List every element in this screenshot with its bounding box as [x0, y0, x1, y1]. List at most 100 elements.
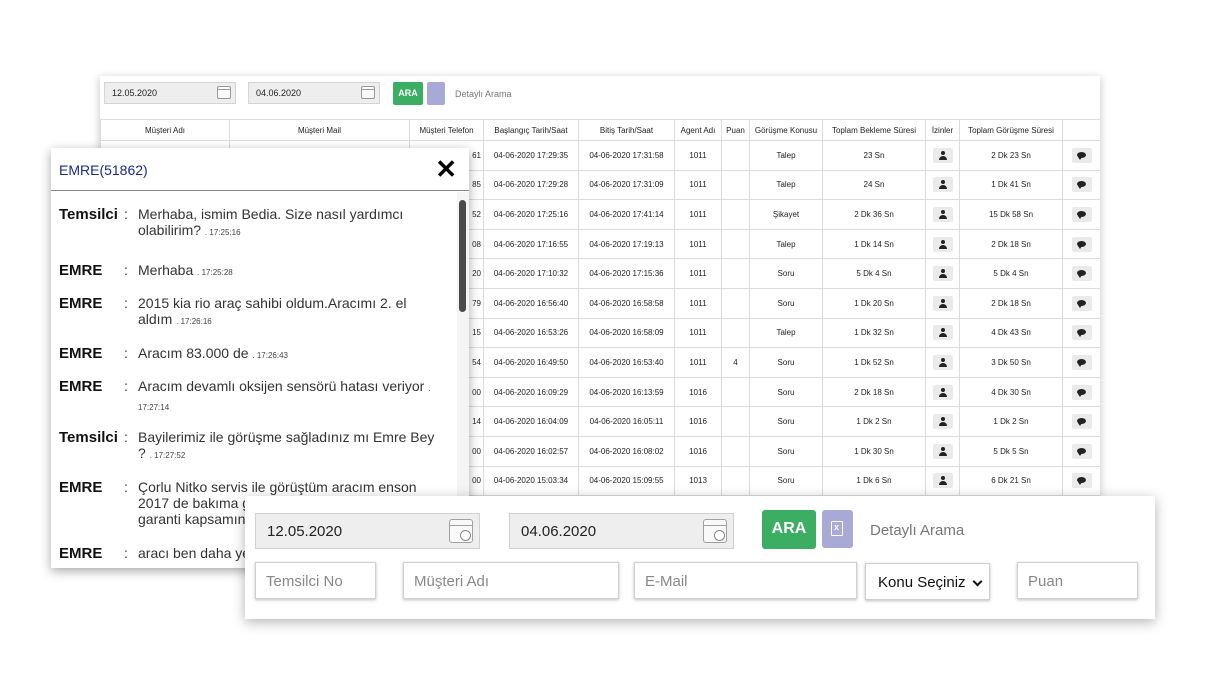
- message-body: aracı ben daha ye: [138, 545, 251, 561]
- total-duration-cell: 5 Dk 5 Sn: [959, 435, 1063, 467]
- user-icon[interactable]: [932, 414, 953, 430]
- agent-no-input[interactable]: Temsilci No: [255, 562, 376, 599]
- start-datetime-cell: 04-06-2020 17:10:32: [483, 258, 579, 289]
- user-icon[interactable]: [932, 206, 953, 222]
- customer-name-input[interactable]: Müşteri Adı: [403, 562, 619, 599]
- user-icon[interactable]: [932, 295, 953, 311]
- end-date-value: 04.06.2020: [521, 523, 597, 540]
- column-header: Toplam Görüşme Süresi: [959, 119, 1063, 141]
- user-icon[interactable]: [932, 354, 953, 370]
- chat-cell: [1062, 258, 1100, 289]
- wait-time-cell: 1 Dk 52 Sn: [822, 347, 926, 378]
- chat-bubble-icon[interactable]: [1071, 147, 1092, 163]
- column-header: Toplam Bekleme Süresi: [822, 119, 926, 141]
- chat-bubble-icon[interactable]: [1071, 414, 1092, 430]
- user-icon[interactable]: [932, 473, 953, 489]
- agent-cell: 1011: [674, 199, 722, 230]
- user-icon[interactable]: [932, 236, 953, 252]
- chat-bubble-icon[interactable]: [1071, 177, 1092, 193]
- permissions-cell: [925, 465, 960, 496]
- end-date-field[interactable]: 04.06.2020: [509, 513, 734, 549]
- end-datetime-cell: 04-06-2020 17:19:13: [578, 228, 675, 260]
- message-timestamp: 17:26:16: [180, 317, 212, 326]
- message-text: Aracım devamlı oksijen sensörü hatası ve…: [138, 378, 443, 416]
- mini-search-button[interactable]: ARA: [393, 82, 423, 105]
- chat-bubble-icon[interactable]: [1071, 354, 1092, 370]
- topic-cell: Soru: [749, 347, 823, 378]
- message-separator: :: [124, 206, 128, 222]
- close-icon[interactable]: ✕: [435, 155, 457, 183]
- excel-export-button[interactable]: [822, 510, 853, 548]
- user-icon[interactable]: [932, 325, 953, 341]
- total-duration-cell: 3 Dk 50 Sn: [959, 347, 1063, 378]
- chat-bubble-icon[interactable]: [1071, 236, 1092, 252]
- calendar-icon[interactable]: [449, 519, 473, 543]
- score-cell: [721, 376, 750, 408]
- start-date-field[interactable]: 12.05.2020: [255, 513, 480, 549]
- chat-bubble-icon[interactable]: [1071, 325, 1092, 341]
- message-text: Merhaba . 17:25:28: [138, 262, 443, 281]
- mini-detail-search-link[interactable]: Detaylı Arama: [455, 89, 512, 99]
- chat-bubble-icon[interactable]: [1071, 473, 1092, 489]
- calendar-icon[interactable]: [703, 519, 727, 543]
- score-cell: [721, 199, 750, 230]
- search-button[interactable]: ARA: [762, 510, 816, 549]
- score-cell: [721, 435, 750, 467]
- wait-time-cell: 5 Dk 4 Sn: [822, 258, 926, 289]
- permissions-cell: [925, 406, 960, 437]
- user-icon[interactable]: [932, 443, 953, 459]
- chat-cell: [1062, 287, 1100, 319]
- message-body: Merhaba, ismim Bedia. Size nasıl yardımc…: [138, 206, 404, 238]
- message-text: 2015 kia rio araç sahibi oldum.Aracımı 2…: [138, 295, 443, 330]
- chat-bubble-icon[interactable]: [1071, 384, 1092, 400]
- user-icon[interactable]: [932, 147, 953, 163]
- topic-select[interactable]: Konu Seçiniz: [865, 563, 990, 600]
- chat-bubble-icon[interactable]: [1071, 443, 1092, 459]
- end-datetime-cell: 04-06-2020 16:58:09: [578, 317, 675, 349]
- permissions-cell: [925, 140, 960, 171]
- score-input[interactable]: Puan: [1017, 562, 1138, 599]
- chat-cell: [1062, 317, 1100, 349]
- chat-cell: [1062, 140, 1100, 171]
- agent-cell: 1011: [674, 317, 722, 349]
- chat-cell: [1062, 169, 1100, 201]
- total-duration-cell: 1 Dk 2 Sn: [959, 406, 1063, 437]
- detail-search-link[interactable]: Detaylı Arama: [870, 522, 964, 539]
- chat-header: EMRE(51862) ✕: [51, 148, 469, 191]
- end-datetime-cell: 04-06-2020 17:41:14: [578, 199, 675, 230]
- calendar-icon[interactable]: [361, 86, 375, 99]
- message-sender: EMRE: [59, 545, 103, 562]
- message-timestamp: 17:25:16: [209, 228, 241, 237]
- message-sender: Temsilci: [59, 429, 118, 446]
- chat-scrollbar-thumb[interactable]: [459, 200, 466, 312]
- topic-cell: Talep: [749, 317, 823, 349]
- message-separator: :: [124, 295, 128, 311]
- score-cell: [721, 317, 750, 349]
- topic-cell: Soru: [749, 376, 823, 408]
- message-body: Aracım devamlı oksijen sensörü hatası ve…: [138, 378, 425, 394]
- topic-select-value: Konu Seçiniz: [878, 574, 966, 591]
- permissions-cell: [925, 228, 960, 260]
- chat-bubble-icon[interactable]: [1071, 206, 1092, 222]
- agent-cell: 1011: [674, 169, 722, 201]
- mini-excel-export-button[interactable]: [427, 82, 445, 105]
- score-cell: [721, 140, 750, 171]
- end-datetime-cell: 04-06-2020 16:13:59: [578, 376, 675, 408]
- agent-cell: 1016: [674, 406, 722, 437]
- wait-time-cell: 1 Dk 2 Sn: [822, 406, 926, 437]
- end-datetime-cell: 04-06-2020 16:08:02: [578, 435, 675, 467]
- topic-cell: Talep: [749, 140, 823, 171]
- agent-cell: 1011: [674, 228, 722, 260]
- mini-start-date-field[interactable]: 12.05.2020: [104, 82, 236, 104]
- email-input[interactable]: E-Mail: [634, 562, 857, 599]
- wait-time-cell: 1 Dk 6 Sn: [822, 465, 926, 496]
- message-text: Aracım 83.000 de . 17:26:43: [138, 345, 443, 364]
- chat-bubble-icon[interactable]: [1071, 266, 1092, 282]
- user-icon[interactable]: [932, 177, 953, 193]
- calendar-icon[interactable]: [217, 86, 231, 99]
- chat-bubble-icon[interactable]: [1071, 295, 1092, 311]
- user-icon[interactable]: [932, 384, 953, 400]
- mini-end-date-field[interactable]: 04.06.2020: [248, 82, 380, 104]
- user-icon[interactable]: [932, 266, 953, 282]
- start-date-value: 12.05.2020: [267, 523, 343, 540]
